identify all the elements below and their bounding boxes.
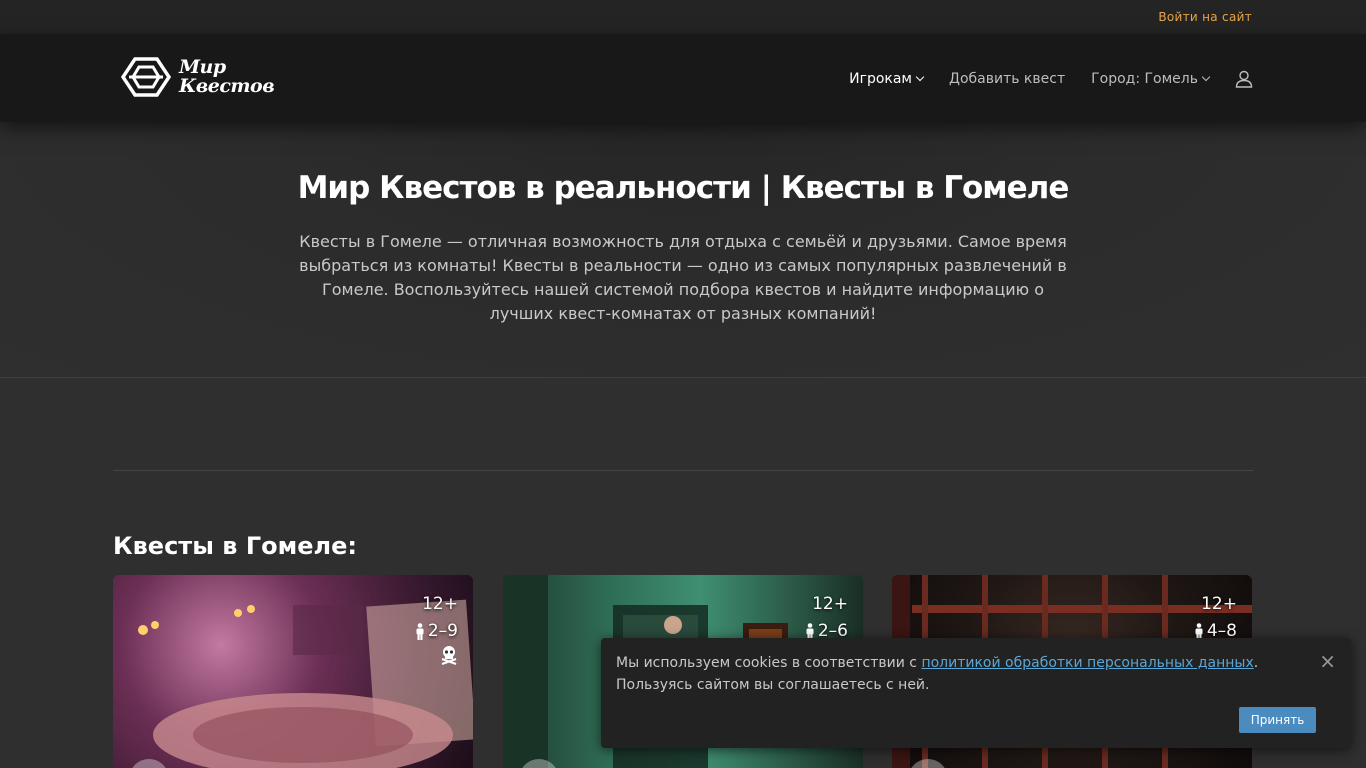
nav-add-quest-label: Добавить квест [949, 70, 1066, 87]
quest-meta: 12+ 4–8 [1194, 591, 1237, 645]
cookie-banner: Мы используем cookies в соответствии с п… [601, 638, 1351, 748]
logo-text: Мир Квестов [179, 58, 275, 97]
site-logo[interactable]: Мир Квестов [121, 57, 275, 97]
nav-players-label: Игрокам [849, 70, 912, 87]
skull-icon [441, 646, 457, 665]
quest-age-rating: 12+ [812, 594, 848, 614]
hero-section: Мир Квестов в реальности | Квесты в Гоме… [0, 122, 1366, 378]
privacy-policy-link[interactable]: политикой обработки персональных данных [921, 655, 1253, 671]
nav-city-label: Город: Гомель [1091, 70, 1198, 87]
quests-section-title: Квесты в Гомеле: [113, 532, 357, 560]
quest-players-count: 2–9 [427, 621, 458, 641]
nav-players-dropdown[interactable]: Игрокам [849, 70, 925, 87]
quest-age-rating: 12+ [422, 594, 458, 614]
top-bar: Войти на сайт [0, 0, 1366, 35]
chevron-down-icon [915, 72, 925, 81]
quest-meta: 12+ 2–9 [415, 591, 458, 665]
cookie-text: Мы используем cookies в соответствии с п… [616, 652, 1296, 696]
accept-cookies-button[interactable]: Принять [1239, 707, 1316, 733]
quest-age-rating: 12+ [1201, 594, 1237, 614]
quest-players-row: 2–9 [415, 618, 458, 645]
close-icon[interactable]: × [1319, 650, 1336, 672]
login-link[interactable]: Войти на сайт [1158, 10, 1252, 24]
quest-scary-row [415, 645, 458, 665]
logo-line-2: Квестов [179, 75, 275, 97]
user-account-icon[interactable] [1235, 70, 1253, 88]
logo-emblem-icon [121, 57, 171, 97]
cookie-text-before: Мы используем cookies в соответствии с [616, 655, 922, 671]
main-navbar: Мир Квестов Игрокам Добавить квест Город… [0, 35, 1366, 122]
person-icon [416, 623, 424, 640]
hero-description: Квесты в Гомеле — отличная возможность д… [299, 232, 1067, 323]
nav-menu: Игрокам Добавить квест Город: Гомель [823, 35, 1253, 122]
section-divider [113, 470, 1253, 471]
nav-city-dropdown[interactable]: Город: Гомель [1091, 70, 1211, 87]
quest-meta: 12+ 2–6 [805, 591, 848, 645]
quest-card[interactable]: 12+ 2–9 [113, 575, 473, 768]
page-title: Мир Квестов в реальности | Квесты в Гоме… [297, 170, 1070, 206]
chevron-down-icon [1201, 72, 1211, 81]
nav-add-quest[interactable]: Добавить квест [949, 71, 1065, 87]
